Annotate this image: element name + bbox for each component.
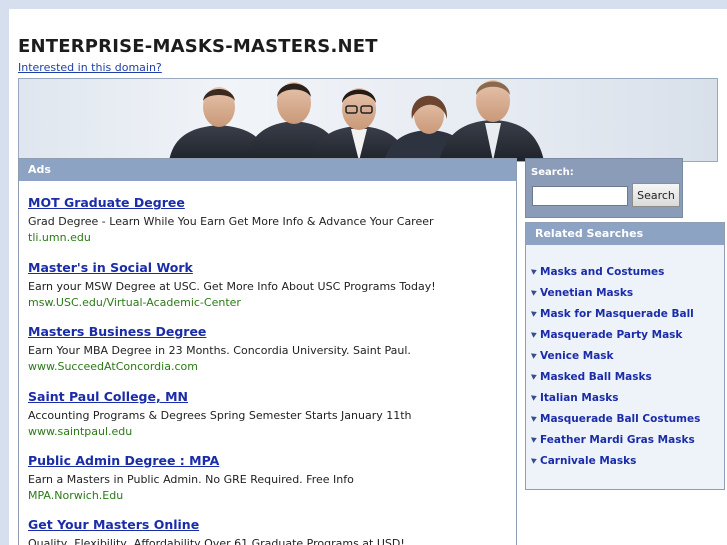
- related-search-link[interactable]: Masks and Costumes: [540, 266, 664, 278]
- related-search-link[interactable]: Italian Masks: [540, 392, 618, 404]
- search-button[interactable]: Search: [632, 183, 680, 207]
- ads-header: Ads: [19, 159, 516, 181]
- business-team-photo: [169, 80, 544, 161]
- ad-item: Public Admin Degree : MPA Earn a Masters…: [28, 453, 354, 502]
- search-label: Search:: [531, 167, 574, 178]
- related-search-link[interactable]: Venetian Masks: [540, 287, 633, 299]
- arrow-icon: [530, 414, 539, 422]
- domain-inquiry-link[interactable]: Interested in this domain?: [18, 61, 162, 74]
- ad-description: Earn a Masters in Public Admin. No GRE R…: [28, 473, 354, 486]
- related-search-item: Feather Mardi Gras Masks: [530, 434, 700, 455]
- arrow-icon: [530, 330, 539, 338]
- ad-description: Earn your MSW Degree at USC. Get More In…: [28, 280, 436, 293]
- ads-panel: Ads MOT Graduate Degree Grad Degree - Le…: [18, 158, 517, 545]
- ad-description: Grad Degree - Learn While You Earn Get M…: [28, 215, 434, 228]
- ad-url-link[interactable]: www.saintpaul.edu: [28, 425, 412, 438]
- ad-url-link[interactable]: MPA.Norwich.Edu: [28, 489, 354, 502]
- ad-item: Saint Paul College, MN Accounting Progra…: [28, 389, 412, 438]
- related-searches-list: Masks and Costumes Venetian Masks Mask f…: [530, 266, 700, 476]
- ad-title-link[interactable]: Get Your Masters Online: [28, 517, 405, 532]
- ad-title-link[interactable]: Public Admin Degree : MPA: [28, 453, 354, 468]
- ad-title-link[interactable]: Masters Business Degree: [28, 324, 411, 339]
- related-search-link[interactable]: Masked Ball Masks: [540, 371, 652, 383]
- related-searches-header: Related Searches: [526, 223, 724, 245]
- arrow-icon: [530, 309, 539, 317]
- related-search-item: Venetian Masks: [530, 287, 700, 308]
- site-title: ENTERPRISE-MASKS-MASTERS.NET: [18, 36, 378, 57]
- ad-url-link[interactable]: www.SucceedAtConcordia.com: [28, 360, 411, 373]
- related-search-link[interactable]: Mask for Masquerade Ball: [540, 308, 694, 320]
- related-search-link[interactable]: Masquerade Party Mask: [540, 329, 682, 341]
- related-search-item: Masked Ball Masks: [530, 371, 700, 392]
- related-search-item: Masquerade Ball Costumes: [530, 413, 700, 434]
- arrow-icon: [530, 372, 539, 380]
- ad-description: Earn Your MBA Degree in 23 Months. Conco…: [28, 344, 411, 357]
- related-searches-box: Related Searches Masks and Costumes Vene…: [525, 222, 725, 490]
- related-search-item: Venice Mask: [530, 350, 700, 371]
- related-search-item: Masks and Costumes: [530, 266, 700, 287]
- related-search-link[interactable]: Feather Mardi Gras Masks: [540, 434, 695, 446]
- related-search-link[interactable]: Carnivale Masks: [540, 455, 636, 467]
- ad-item: Masters Business Degree Earn Your MBA De…: [28, 324, 411, 373]
- related-search-item: Masquerade Party Mask: [530, 329, 700, 350]
- ad-title-link[interactable]: Saint Paul College, MN: [28, 389, 412, 404]
- page: ENTERPRISE-MASKS-MASTERS.NET Interested …: [9, 9, 727, 545]
- banner-image: [18, 78, 718, 162]
- ad-description: Quality, Flexibility, Affordability Over…: [28, 537, 405, 545]
- arrow-icon: [530, 351, 539, 359]
- arrow-icon: [530, 456, 539, 464]
- related-search-item: Carnivale Masks: [530, 455, 700, 476]
- ad-item: MOT Graduate Degree Grad Degree - Learn …: [28, 195, 434, 244]
- ad-url-link[interactable]: tli.umn.edu: [28, 231, 434, 244]
- search-box: Search: Search: [525, 158, 683, 218]
- related-search-link[interactable]: Venice Mask: [540, 350, 614, 362]
- related-search-item: Italian Masks: [530, 392, 700, 413]
- arrow-icon: [530, 435, 539, 443]
- related-search-item: Mask for Masquerade Ball: [530, 308, 700, 329]
- ad-url-link[interactable]: msw.USC.edu/Virtual-Academic-Center: [28, 296, 436, 309]
- search-input[interactable]: [532, 186, 628, 206]
- arrow-icon: [530, 267, 539, 275]
- ad-item: Master's in Social Work Earn your MSW De…: [28, 260, 436, 309]
- arrow-icon: [530, 393, 539, 401]
- ad-item: Get Your Masters Online Quality, Flexibi…: [28, 517, 405, 545]
- ad-title-link[interactable]: Master's in Social Work: [28, 260, 436, 275]
- ad-description: Accounting Programs & Degrees Spring Sem…: [28, 409, 412, 422]
- related-search-link[interactable]: Masquerade Ball Costumes: [540, 413, 700, 425]
- arrow-icon: [530, 288, 539, 296]
- ad-title-link[interactable]: MOT Graduate Degree: [28, 195, 434, 210]
